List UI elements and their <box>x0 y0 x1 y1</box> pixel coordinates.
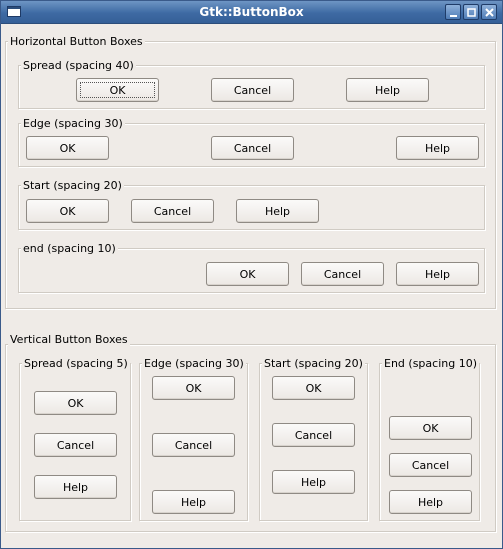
h-edge-cancel-button[interactable]: Cancel <box>211 136 294 160</box>
h-spread-ok-button[interactable]: OK <box>76 78 159 102</box>
minimize-button[interactable] <box>445 4 461 20</box>
h-end-cancel-button[interactable]: Cancel <box>301 262 384 286</box>
maximize-icon <box>467 8 476 17</box>
app-window: Gtk::ButtonBox Horizontal Button Boxes S… <box>0 0 503 549</box>
h-spread-help-button[interactable]: Help <box>346 78 429 102</box>
h-box-start-label: Start (spacing 20) <box>21 179 124 192</box>
v-box-end-label: End (spacing 10) <box>382 357 479 370</box>
h-box-edge-label: Edge (spacing 30) <box>21 117 125 130</box>
v-edge-help-button[interactable]: Help <box>152 490 235 514</box>
h-start-help-button[interactable]: Help <box>236 199 319 223</box>
v-box-spread-label: Spread (spacing 5) <box>22 357 130 370</box>
v-edge-ok-button[interactable]: OK <box>152 376 235 400</box>
h-edge-help-button[interactable]: Help <box>396 136 479 160</box>
v-end-cancel-button[interactable]: Cancel <box>389 453 472 477</box>
v-box-edge-label: Edge (spacing 30) <box>142 357 246 370</box>
h-box-spread-label: Spread (spacing 40) <box>21 59 136 72</box>
minimize-icon <box>450 15 457 17</box>
v-start-ok-button[interactable]: OK <box>272 376 355 400</box>
vertical-group-title: Vertical Button Boxes <box>8 333 130 346</box>
v-spread-ok-button[interactable]: OK <box>34 391 117 415</box>
close-icon <box>485 8 494 17</box>
h-start-cancel-button[interactable]: Cancel <box>131 199 214 223</box>
v-end-ok-button[interactable]: OK <box>389 416 472 440</box>
h-box-end-label: end (spacing 10) <box>21 242 118 255</box>
v-box-start-label: Start (spacing 20) <box>262 357 365 370</box>
maximize-button[interactable] <box>463 4 479 20</box>
window-title: Gtk::ButtonBox <box>199 5 304 19</box>
close-button[interactable] <box>481 4 497 20</box>
v-start-cancel-button[interactable]: Cancel <box>272 423 355 447</box>
h-spread-cancel-button[interactable]: Cancel <box>211 78 294 102</box>
v-end-help-button[interactable]: Help <box>389 490 472 514</box>
h-end-help-button[interactable]: Help <box>396 262 479 286</box>
v-edge-cancel-button[interactable]: Cancel <box>152 433 235 457</box>
h-edge-ok-button[interactable]: OK <box>26 136 109 160</box>
horizontal-group-title: Horizontal Button Boxes <box>8 35 145 48</box>
h-start-ok-button[interactable]: OK <box>26 199 109 223</box>
h-end-ok-button[interactable]: OK <box>206 262 289 286</box>
v-start-help-button[interactable]: Help <box>272 470 355 494</box>
v-spread-cancel-button[interactable]: Cancel <box>34 433 117 457</box>
title-bar[interactable]: Gtk::ButtonBox <box>1 1 502 24</box>
v-spread-help-button[interactable]: Help <box>34 475 117 499</box>
